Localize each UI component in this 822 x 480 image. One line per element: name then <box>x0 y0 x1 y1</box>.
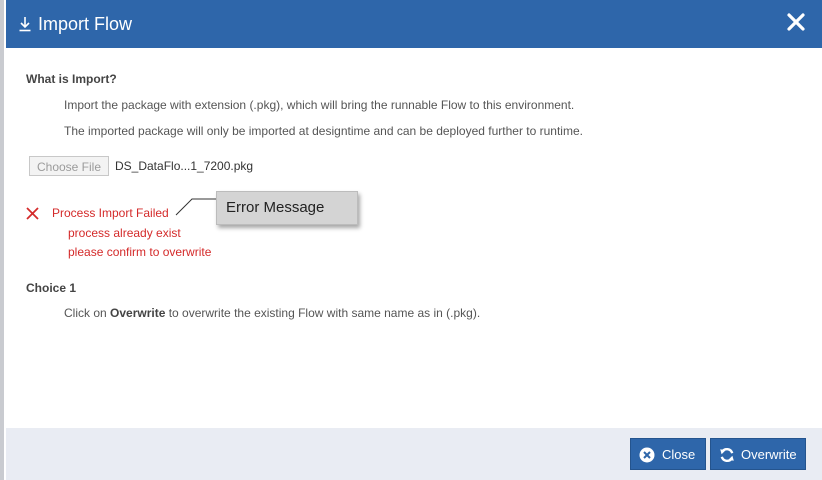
dialog-header: Import Flow <box>6 0 822 48</box>
dialog-title: Import Flow <box>38 14 133 34</box>
choice-1-heading: Choice 1 <box>26 281 77 295</box>
what-is-import-heading: What is Import? <box>26 72 117 86</box>
choice-1-text-after: to overwrite the existing Flow with same… <box>165 306 481 320</box>
dialog-body: What is Import? Import the package with … <box>6 48 822 428</box>
import-flow-dialog: Import Flow What is Import? Import the p… <box>6 0 822 480</box>
error-x-icon <box>26 207 39 220</box>
choice-1-overwrite-emphasis: Overwrite <box>110 306 166 320</box>
error-message-detail-1: process already exist <box>68 226 181 240</box>
dialog-footer: Close Overwrite <box>6 428 822 480</box>
background-window-edge <box>0 0 4 480</box>
download-icon <box>19 17 31 32</box>
overwrite-button[interactable]: Overwrite <box>710 438 806 470</box>
error-message-annotation: Error Message <box>216 191 358 225</box>
annotation-leader-line <box>175 198 216 216</box>
error-message-title: Process Import Failed <box>52 206 169 220</box>
choice-1-text-before: Click on <box>64 306 111 320</box>
page: Import Flow What is Import? Import the p… <box>0 0 822 480</box>
selected-file-name: DS_DataFlo...1_7200.pkg <box>115 159 254 173</box>
close-icon[interactable] <box>786 12 806 32</box>
close-circle-icon <box>639 447 655 463</box>
close-button[interactable]: Close <box>630 438 706 470</box>
refresh-icon <box>720 447 734 463</box>
import-description-line-1: Import the package with extension (.pkg)… <box>64 98 575 112</box>
choose-file-button[interactable]: Choose File <box>29 156 109 176</box>
choice-1-description: Click on Overwrite to overwrite the exis… <box>64 306 480 320</box>
error-message-detail-2: please confirm to overwrite <box>68 245 212 259</box>
close-button-label: Close <box>662 447 696 462</box>
import-description-line-2: The imported package will only be import… <box>64 124 583 138</box>
overwrite-button-label: Overwrite <box>741 447 797 462</box>
